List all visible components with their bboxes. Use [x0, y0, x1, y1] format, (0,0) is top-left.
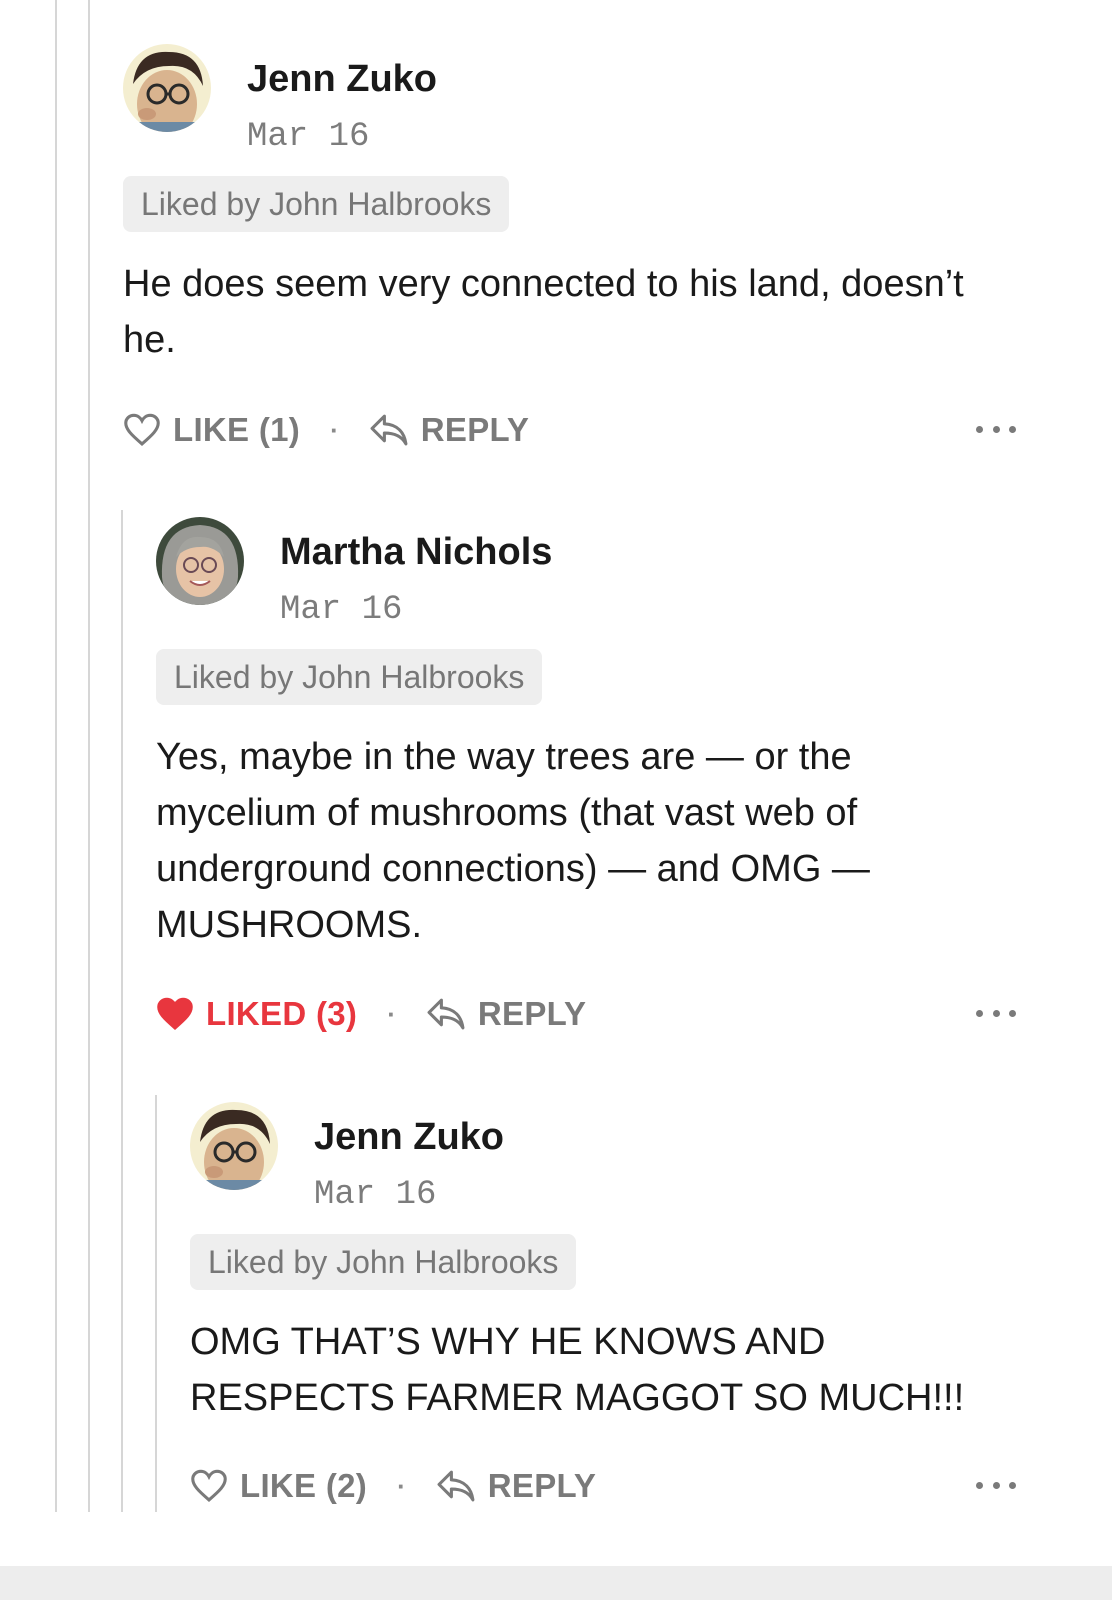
comment-date[interactable]: Mar 16 [314, 1176, 436, 1214]
liked-by-badge: Liked by John Halbrooks [156, 649, 543, 705]
avatar[interactable] [190, 1102, 278, 1190]
avatar[interactable] [123, 44, 211, 132]
like-button[interactable]: LIKE (2) [190, 1467, 367, 1505]
more-options-icon[interactable] [976, 1479, 1016, 1491]
reply-arrow-icon [370, 414, 408, 446]
comment-author[interactable]: Jenn Zuko [314, 1116, 504, 1159]
separator-dot: · [387, 998, 396, 1029]
comment-body-line: OMG THAT’S WHY HE KNOWS AND [190, 1321, 826, 1363]
liked-by-badge: Liked by John Halbrooks [123, 176, 510, 232]
thread-line [155, 1095, 157, 1512]
comment-body-line: underground connections) — and OMG — [156, 848, 870, 890]
avatar-photo-jenn [190, 1102, 278, 1190]
reply-arrow-icon [437, 1470, 475, 1502]
like-label: LIKE (1) [173, 411, 301, 448]
heart-outline-icon [191, 1469, 227, 1502]
liked-by-badge: Liked by John Halbrooks [190, 1234, 577, 1290]
comment-body-line: He does seem very connected to his land,… [123, 263, 964, 305]
comment-body-line: he. [123, 319, 176, 361]
comment: Jenn Zuko Mar 16 Liked by John Halbrooks… [190, 1102, 1084, 1522]
reply-button[interactable]: REPLY [369, 411, 530, 449]
thread-line [88, 0, 90, 1512]
like-label: LIKED (3) [206, 995, 358, 1032]
heart-outline-icon [124, 413, 160, 446]
thread-line [121, 510, 123, 1512]
heart-filled-icon [157, 997, 193, 1030]
reply-label: REPLY [487, 1467, 597, 1504]
comment-body-line: mycelium of mushrooms (that vast web of [156, 792, 858, 834]
comment-author[interactable]: Martha Nichols [280, 531, 552, 574]
avatar-photo-martha [156, 517, 244, 605]
more-options-icon[interactable] [976, 423, 1016, 435]
like-label: LIKE (2) [240, 1467, 368, 1504]
comment-body: Yes, maybe in the way trees are — or the… [156, 729, 870, 953]
bottom-bar [0, 1566, 1112, 1600]
comment-author[interactable]: Jenn Zuko [247, 58, 437, 101]
separator-dot: · [330, 414, 339, 445]
thread-line [55, 0, 57, 1512]
comment: Martha Nichols Mar 16 Liked by John Halb… [156, 517, 1084, 1057]
comment-body: He does seem very connected to his land,… [123, 256, 964, 368]
comment-date[interactable]: Mar 16 [280, 591, 402, 629]
comment-actions: LIKE (1) · REPLY [123, 408, 529, 452]
comment-body: OMG THAT’S WHY HE KNOWS AND RESPECTS FAR… [190, 1314, 964, 1426]
comment-body-line: MUSHROOMS. [156, 904, 422, 946]
more-options-icon[interactable] [976, 1007, 1016, 1019]
avatar-photo-jenn [123, 44, 211, 132]
like-button[interactable]: LIKE (1) [123, 411, 300, 449]
comment: Jenn Zuko Mar 16 Liked by John Halbrooks… [123, 44, 1083, 464]
reply-label: REPLY [477, 995, 587, 1032]
comment-date[interactable]: Mar 16 [247, 118, 369, 156]
separator-dot: · [397, 1470, 406, 1501]
comment-body-line: Yes, maybe in the way trees are — or the [156, 736, 852, 778]
reply-button[interactable]: REPLY [436, 1467, 597, 1505]
reply-arrow-icon [427, 998, 465, 1030]
reply-label: REPLY [420, 411, 530, 448]
comment-actions: LIKED (3) · REPLY [156, 992, 586, 1036]
comment-body-line: RESPECTS FARMER MAGGOT SO MUCH!!! [190, 1377, 965, 1419]
comment-actions: LIKE (2) · REPLY [190, 1464, 596, 1508]
avatar[interactable] [156, 517, 244, 605]
like-button[interactable]: LIKED (3) [156, 995, 357, 1033]
reply-button[interactable]: REPLY [426, 995, 587, 1033]
